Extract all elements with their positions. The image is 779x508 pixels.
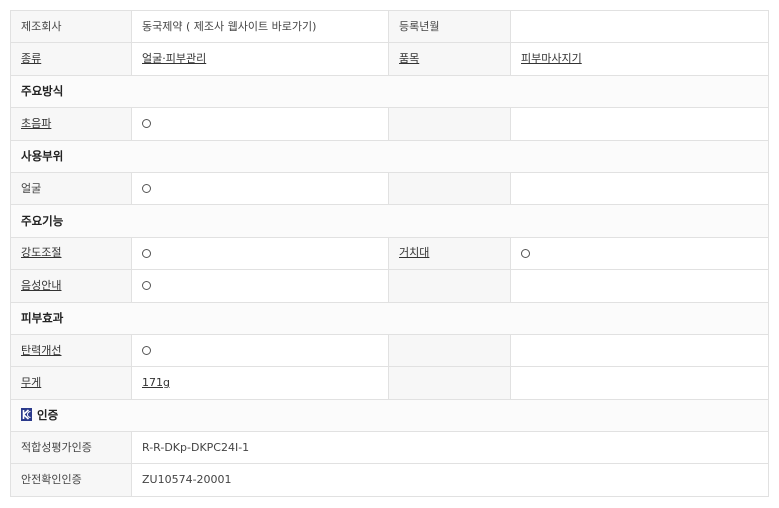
empty-label: [388, 107, 511, 141]
kc-mark-icon: [21, 408, 32, 422]
section-cert: 인증: [10, 398, 769, 433]
circle-icon: [142, 184, 151, 194]
weight-value-link[interactable]: 171g: [142, 376, 170, 389]
section-row: 인증: [10, 398, 769, 433]
maker-value-link[interactable]: 동국제약 ( 제조사 웹사이트 바로가기): [131, 9, 389, 44]
empty-value: [510, 366, 769, 400]
table-row: 음성안내: [10, 269, 769, 303]
empty-label: [388, 269, 511, 303]
circle-icon: [521, 248, 530, 258]
kc-cert-value: R-R-DKp-DKPC24I-1: [131, 431, 769, 465]
table-row: 탄력개선: [10, 333, 769, 368]
voice-guide-link[interactable]: 음성안내: [21, 279, 61, 292]
safety-cert-value: ZU10574-20001: [131, 463, 769, 497]
reg-date-label: 등록년월: [388, 9, 511, 44]
section-row: 피부효과: [10, 301, 769, 335]
empty-value: [510, 171, 769, 206]
face-label: 얼굴: [10, 171, 132, 206]
spec-table: 제조회사 동국제약 ( 제조사 웹사이트 바로가기) 등록년월 종류 얼굴·피부…: [10, 9, 769, 497]
empty-label: [388, 171, 511, 206]
section-method: 주요방식: [10, 74, 769, 109]
empty-label: [388, 366, 511, 400]
section-row: 주요기능: [10, 204, 769, 238]
table-row: 초음파: [10, 107, 769, 141]
item-label-link[interactable]: 품목: [399, 52, 419, 65]
table-row: 적합성평가인증 R-R-DKp-DKPC24I-1: [10, 431, 769, 465]
circle-icon: [142, 119, 151, 129]
intensity-link[interactable]: 강도조절: [21, 246, 61, 259]
empty-value: [510, 107, 769, 141]
section-part: 사용부위: [10, 139, 769, 173]
table-row: 종류 얼굴·피부관리 품목 피부마사지기: [10, 42, 769, 76]
section-row: 사용부위: [10, 139, 769, 173]
section-function: 주요기능: [10, 204, 769, 238]
section-effect: 피부효과: [10, 301, 769, 335]
table-row: 강도조절 거치대: [10, 236, 769, 271]
item-value-link[interactable]: 피부마사지기: [521, 52, 582, 65]
table-row: 얼굴: [10, 171, 769, 206]
circle-icon: [142, 248, 151, 258]
empty-value: [510, 333, 769, 368]
elasticity-link[interactable]: 탄력개선: [21, 344, 61, 357]
reg-date-value: [510, 9, 769, 44]
circle-icon: [142, 281, 151, 291]
circle-icon: [142, 346, 151, 356]
kc-cert-label: 적합성평가인증: [10, 431, 132, 465]
table-row: 안전확인인증 ZU10574-20001: [10, 463, 769, 497]
spec-table-container: 제조회사 동국제약 ( 제조사 웹사이트 바로가기) 등록년월 종류 얼굴·피부…: [10, 9, 769, 497]
table-row: 무게 171g: [10, 366, 769, 400]
empty-value: [510, 269, 769, 303]
section-cert-label: 인증: [37, 408, 59, 423]
safety-cert-label: 안전확인인증: [10, 463, 132, 497]
weight-link[interactable]: 무게: [21, 376, 41, 389]
maker-label: 제조회사: [10, 9, 132, 44]
empty-label: [388, 333, 511, 368]
category-label-link[interactable]: 종류: [21, 52, 41, 65]
stand-link[interactable]: 거치대: [399, 246, 429, 259]
section-row: 주요방식: [10, 74, 769, 109]
ultrasonic-link[interactable]: 초음파: [21, 117, 51, 130]
table-row: 제조회사 동국제약 ( 제조사 웹사이트 바로가기) 등록년월: [10, 9, 769, 44]
category-value-link[interactable]: 얼굴·피부관리: [142, 52, 206, 65]
